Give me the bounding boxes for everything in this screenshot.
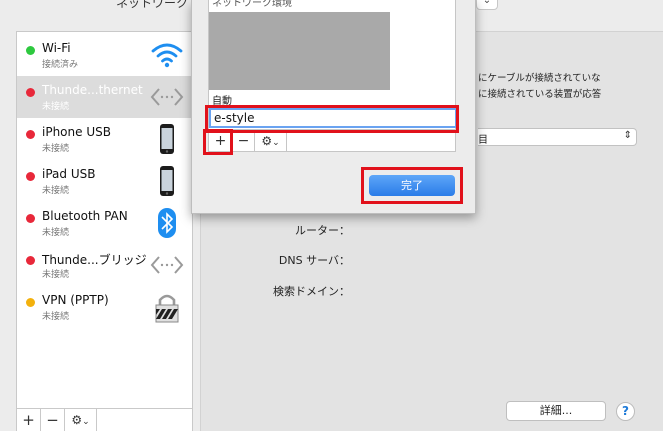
service-name: Wi-Fi (42, 41, 71, 55)
service-name: Thunde...ブリッジ (42, 253, 147, 267)
gear-icon: ⚙ (71, 413, 83, 427)
service-list: Wi-Fi 接続済み Thunde...thernet 未接続 iPhone U… (16, 31, 193, 431)
service-item-wifi[interactable]: Wi-Fi 接続済み (17, 34, 192, 76)
status-info-line-1: にケーブルが接続されていな (478, 73, 601, 84)
redacted-area (209, 12, 390, 90)
location-actions-button[interactable]: ⚙⌄ (255, 132, 287, 151)
wifi-icon (151, 43, 183, 68)
service-name: Bluetooth PAN (42, 209, 128, 223)
status-dot (26, 172, 35, 181)
highlight-done-button (361, 167, 463, 204)
service-item-bluetooth-pan[interactable]: Bluetooth PAN 未接続 (17, 202, 192, 244)
chevron-down-icon: ⌄ (82, 417, 90, 427)
service-item-iphone-usb[interactable]: iPhone USB 未接続 (17, 118, 192, 160)
remove-service-button[interactable]: − (41, 409, 65, 431)
service-status: 未接続 (42, 144, 70, 154)
service-name: iPad USB (42, 167, 96, 181)
status-dot (26, 256, 35, 265)
service-status: 未接続 (42, 102, 70, 112)
gear-icon: ⚙ (261, 134, 273, 148)
remove-location-button[interactable]: − (233, 132, 255, 151)
service-status: 未接続 (42, 228, 70, 238)
service-name: iPhone USB (42, 125, 111, 139)
vpn-lock-icon (155, 294, 179, 323)
location-select-arrow[interactable]: ⌄ (476, 0, 498, 10)
service-list-toolbar: + − ⚙⌄ (17, 408, 192, 431)
network-header-label: ネットワーク (116, 0, 189, 10)
location-list-header: ネットワーク環境 (212, 0, 292, 9)
service-item-ipad-usb[interactable]: iPad USB 未接続 (17, 160, 192, 202)
status-dot (26, 88, 35, 97)
configure-select-value: 目 (478, 135, 488, 146)
bluetooth-icon (158, 208, 176, 238)
service-name: Thunde...thernet (42, 83, 143, 97)
highlight-add-button (203, 129, 233, 155)
chevron-down-icon: ⌄ (272, 138, 280, 148)
iphone-icon (160, 166, 174, 196)
iphone-icon (160, 124, 174, 154)
service-actions-button[interactable]: ⚙⌄ (65, 409, 97, 431)
service-status: 未接続 (42, 312, 70, 322)
search-domain-label: 検索ドメイン： (273, 285, 350, 298)
status-dot (26, 298, 35, 307)
service-status: 接続済み (42, 60, 79, 70)
service-status: 未接続 (42, 270, 70, 280)
add-service-button[interactable]: + (17, 409, 41, 431)
status-info-line-2: に接続されている装置が応答 (478, 89, 602, 100)
bridge-arrows-icon (150, 256, 184, 274)
highlight-location-name (205, 105, 459, 133)
ethernet-arrows-icon (150, 88, 184, 106)
service-name: VPN (PPTP) (42, 293, 109, 307)
service-item-thunderbolt-bridge[interactable]: Thunde...ブリッジ 未接続 (17, 244, 192, 286)
updown-chevron-icon: ⇕ (623, 130, 632, 141)
help-button[interactable]: ? (616, 402, 635, 421)
service-status: 未接続 (42, 186, 70, 196)
service-item-thunderbolt-ethernet[interactable]: Thunde...thernet 未接続 (17, 76, 192, 118)
configure-select[interactable]: 目 ⇕ (478, 128, 637, 146)
status-dot (26, 130, 35, 139)
dns-server-label: DNS サーバ： (278, 254, 350, 267)
status-dot (26, 214, 35, 223)
service-item-vpn-pptp[interactable]: VPN (PPTP) 未接続 (17, 286, 192, 328)
location-list-toolbar: + − ⚙⌄ (208, 131, 456, 152)
advanced-button[interactable]: 詳細... (506, 401, 606, 421)
status-dot (26, 46, 35, 55)
router-label: ルーター： (295, 224, 350, 237)
